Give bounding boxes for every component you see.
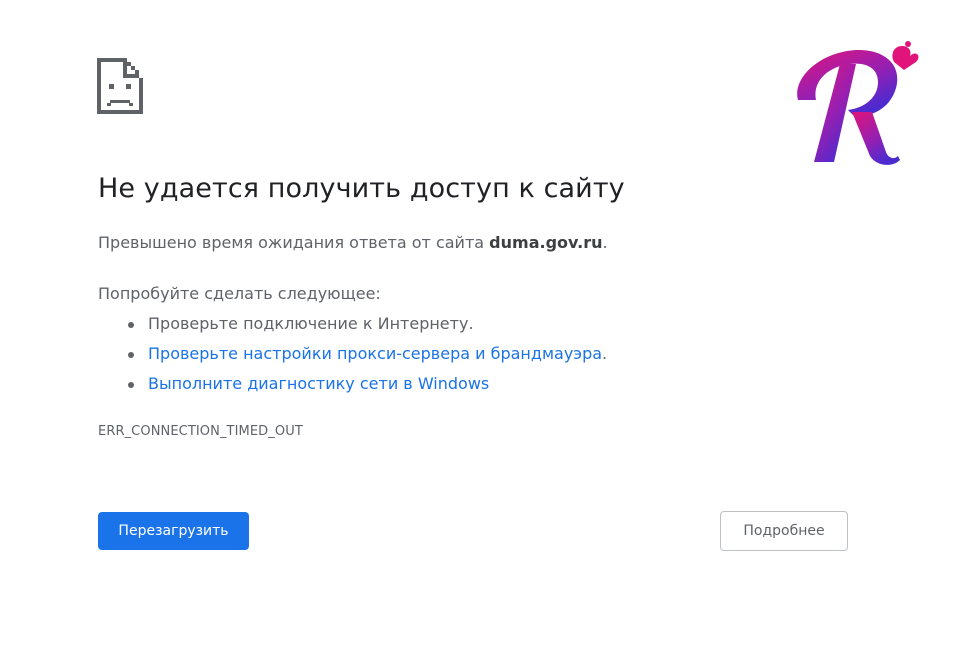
suggestion-punctuation: . (602, 344, 608, 363)
site-host: duma.gov.ru (489, 233, 603, 252)
list-item: Проверьте настройки прокси-сервера и бра… (98, 342, 607, 372)
sad-document-icon (97, 58, 143, 114)
suggestions-heading: Попробуйте сделать следующее: (98, 284, 381, 303)
error-code: ERR_CONNECTION_TIMED_OUT (98, 424, 303, 439)
suggestions-list: Проверьте подключение к Интернету. Прове… (98, 312, 607, 402)
page-title: Не удается получить доступ к сайту (98, 173, 625, 204)
bullet-icon (128, 382, 134, 388)
bullet-icon (128, 322, 134, 328)
summary-suffix: . (602, 233, 608, 252)
error-summary: Превышено время ожидания ответа от сайта… (98, 233, 608, 252)
suggestion-check-connection: Проверьте подключение к Интернету. (148, 314, 474, 333)
network-diagnostics-link[interactable]: Выполните диагностику сети в Windows (148, 374, 489, 393)
list-item: Проверьте подключение к Интернету. (98, 312, 607, 342)
list-item: Выполните диагностику сети в Windows (98, 372, 607, 402)
bullet-icon (128, 352, 134, 358)
brand-r-logo (797, 41, 919, 165)
details-button[interactable]: Подробнее (720, 511, 848, 551)
summary-prefix: Превышено время ожидания ответа от сайта (98, 233, 490, 252)
reload-button[interactable]: Перезагрузить (98, 512, 249, 550)
error-page: Не удается получить доступ к сайту Превы… (0, 0, 959, 666)
proxy-firewall-link[interactable]: Проверьте настройки прокси-сервера и бра… (148, 344, 602, 363)
